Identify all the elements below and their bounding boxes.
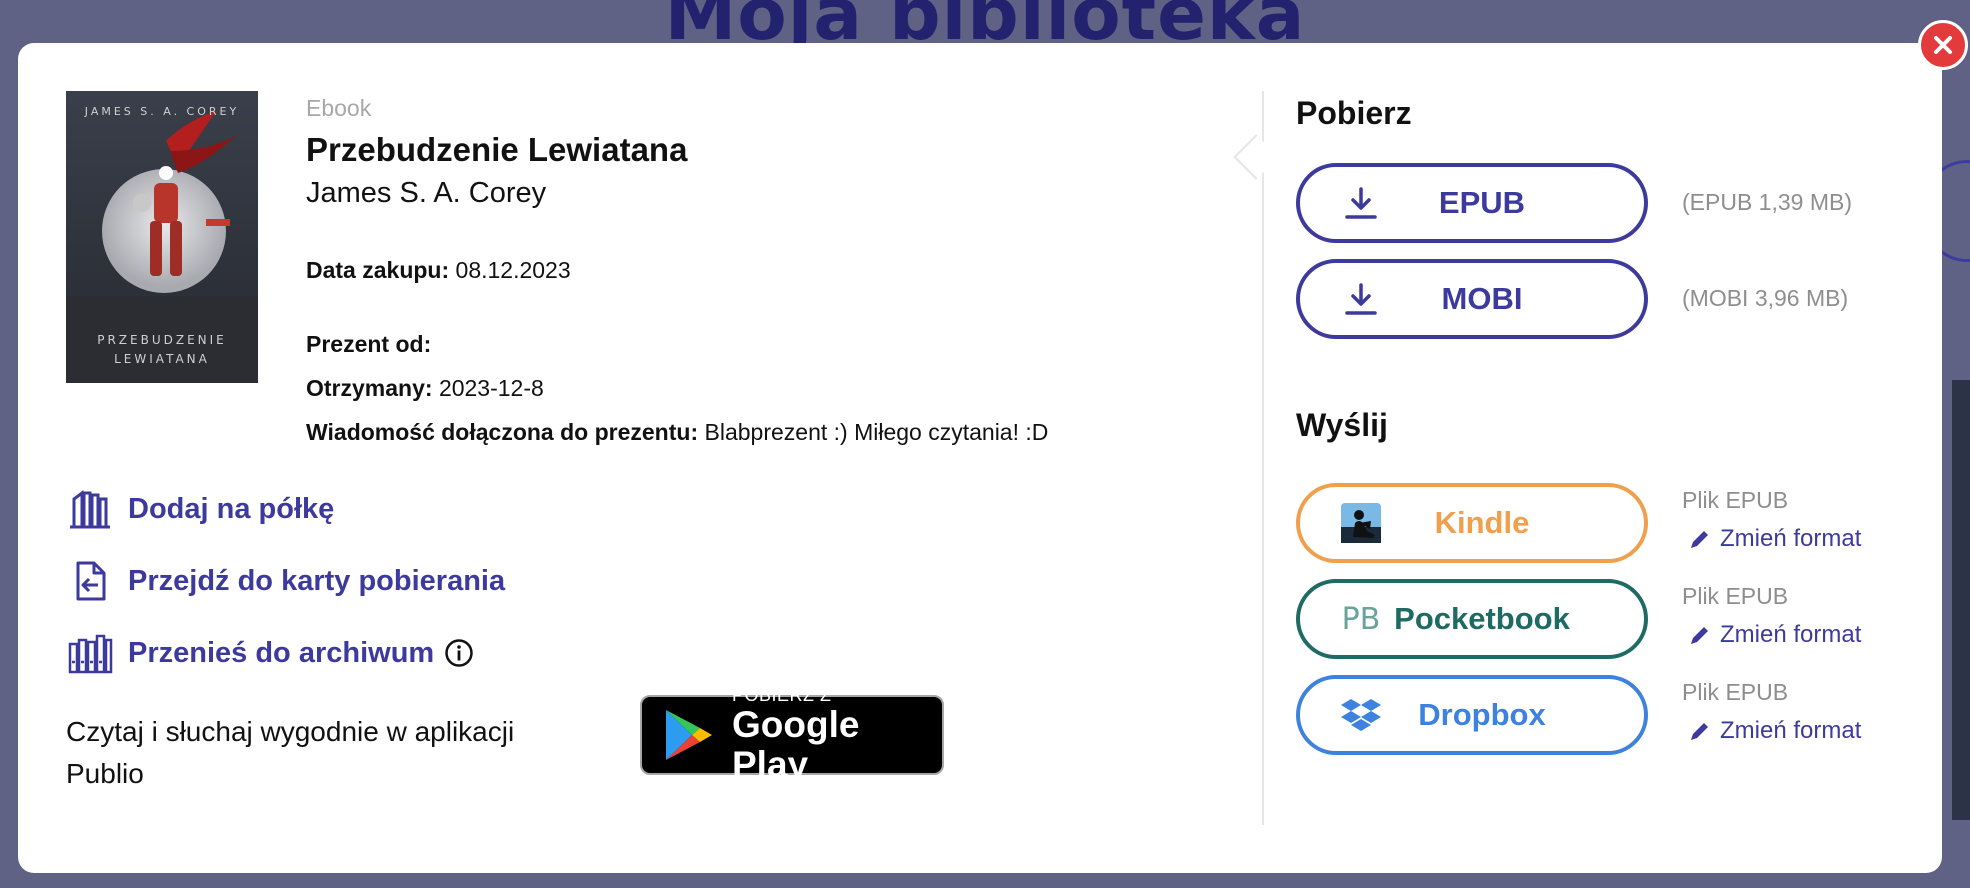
- google-play-badge-small: POBIERZ Z: [732, 685, 832, 705]
- book-type-label: Ebook: [306, 95, 372, 121]
- gift-message-row: Wiadomość dołączona do prezentu: Blabpre…: [306, 419, 1048, 446]
- archive-icon: [66, 629, 114, 677]
- received-row: Otrzymany: 2023-12-8: [306, 375, 544, 402]
- mobi-size: (MOBI 3,96 MB): [1682, 285, 1849, 311]
- pocketbook-icon: PB: [1341, 601, 1381, 637]
- download-epub-button[interactable]: EPUB: [1296, 163, 1648, 243]
- pencil-icon: [1691, 531, 1708, 548]
- cover-author-text: JAMES S. A. COREY: [84, 105, 239, 118]
- received-label: Otrzymany:: [306, 375, 433, 401]
- cover-title-line2: LEWIATANA: [114, 352, 210, 366]
- kindle-change-format-link[interactable]: Zmień format: [1688, 525, 1861, 553]
- dropbox-icon: [1336, 679, 1386, 751]
- divider-notch: [1233, 134, 1279, 180]
- kindle-change-format-label: Zmień format: [1720, 525, 1862, 552]
- download-icon: [1336, 263, 1386, 335]
- gift-from-label: Prezent od:: [306, 331, 432, 357]
- gift-message-label: Wiadomość dołączona do prezentu:: [306, 419, 699, 445]
- download-mobi-button[interactable]: MOBI: [1296, 259, 1648, 339]
- kindle-icon: [1336, 487, 1386, 559]
- pocketbook-file-format: Plik EPUB: [1682, 583, 1789, 609]
- purchase-date-label: Data zakupu:: [306, 257, 450, 283]
- info-icon[interactable]: [444, 638, 474, 668]
- cover-title-line1: PRZEBUDZENIE: [97, 333, 227, 347]
- purchase-date-row: Data zakupu: 08.12.2023: [306, 257, 571, 284]
- purchase-date-value: 08.12.2023: [455, 257, 571, 283]
- download-section-title: Pobierz: [1296, 95, 1412, 131]
- shelf-icon: [66, 485, 114, 533]
- google-play-badge-big: Google Play: [732, 704, 860, 785]
- download-card-icon: [66, 557, 114, 605]
- book-details-modal: JAMES S. A. COREY PRZEBUDZENIE LEWIATANA…: [18, 43, 1942, 873]
- gift-from-row: Prezent od:: [306, 331, 431, 358]
- book-cover: JAMES S. A. COREY PRZEBUDZENIE LEWIATANA: [66, 91, 258, 383]
- vertical-divider: [1262, 91, 1264, 825]
- dropbox-file-format: Plik EPUB: [1682, 679, 1789, 705]
- download-icon: [1336, 167, 1386, 239]
- pocketbook-change-format-label: Zmień format: [1720, 621, 1862, 648]
- close-icon: [1934, 36, 1952, 54]
- go-to-download-card-label: Przejdź do karty pobierania: [128, 564, 506, 597]
- send-to-kindle-button[interactable]: Kindle: [1296, 483, 1648, 563]
- book-title: Przebudzenie Lewiatana: [306, 131, 688, 168]
- dropbox-change-format-label: Zmień format: [1720, 717, 1862, 744]
- dropbox-change-format-link[interactable]: Zmień format: [1688, 717, 1861, 745]
- kindle-file-format: Plik EPUB: [1682, 487, 1789, 513]
- move-to-archive-label: Przenieś do archiwum: [128, 636, 435, 669]
- pencil-icon: [1691, 627, 1708, 644]
- send-section-title: Wyślij: [1296, 407, 1388, 443]
- background-image-strip: [1952, 380, 1970, 820]
- move-to-archive-button[interactable]: Przenieś do archiwum: [66, 629, 474, 677]
- pocketbook-change-format-link[interactable]: Zmień format: [1688, 621, 1861, 649]
- received-date-value: 2023-12-8: [438, 375, 544, 401]
- book-author: James S. A. Corey: [306, 177, 547, 209]
- epub-size: (EPUB 1,39 MB): [1682, 189, 1852, 215]
- go-to-download-card-button[interactable]: Przejdź do karty pobierania: [66, 557, 505, 605]
- send-to-pocketbook-button[interactable]: PB Pocketbook: [1296, 579, 1648, 659]
- google-play-icon: [662, 707, 716, 763]
- app-promo-text: Czytaj i słuchaj wygodnie w aplikacji Pu…: [66, 716, 515, 789]
- send-to-dropbox-button[interactable]: Dropbox: [1296, 675, 1648, 755]
- google-play-badge[interactable]: POBIERZ Z Google Play: [640, 685, 944, 785]
- gift-message-value: Blabprezent :) Miłego czytania! :D: [704, 419, 1049, 445]
- close-modal-button[interactable]: [1918, 20, 1968, 70]
- add-to-shelf-label: Dodaj na półkę: [128, 492, 335, 525]
- add-to-shelf-button[interactable]: Dodaj na półkę: [66, 485, 334, 533]
- pencil-icon: [1691, 723, 1708, 740]
